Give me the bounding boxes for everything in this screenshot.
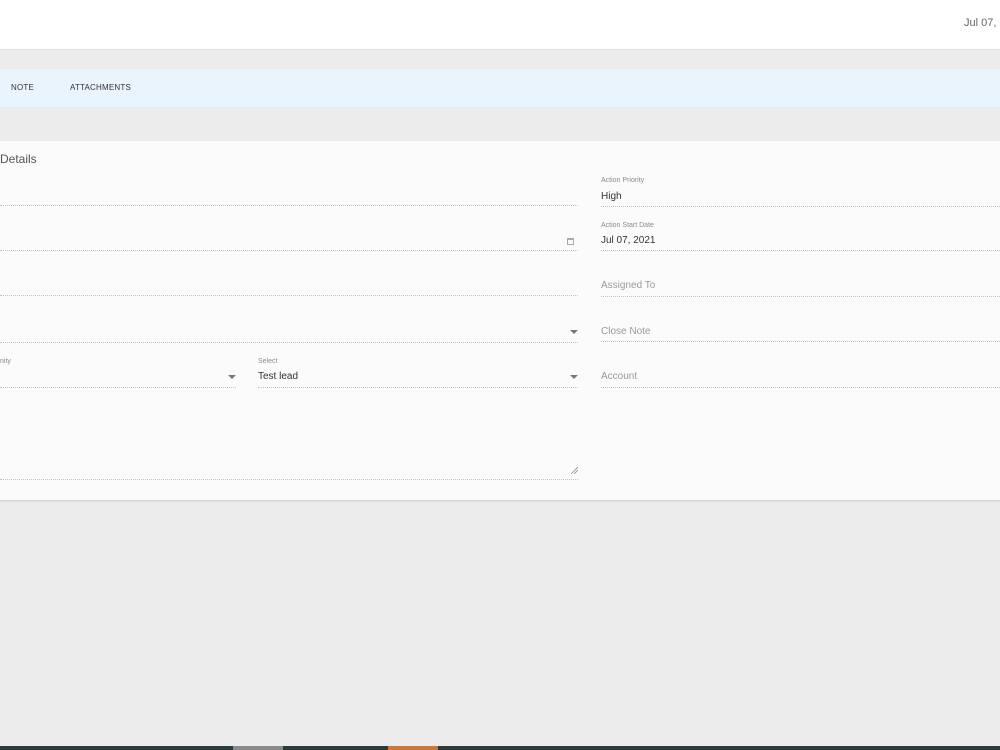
opportunity-label: nity bbox=[0, 358, 11, 365]
top-header: Jul 07, bbox=[0, 0, 1000, 50]
left-field-2-underline[interactable] bbox=[0, 250, 578, 251]
action-priority-label: Action Priority bbox=[601, 177, 645, 184]
select-underline[interactable] bbox=[258, 387, 578, 388]
action-start-date-label: Action Start Date bbox=[601, 222, 654, 229]
account-field[interactable]: Account bbox=[601, 371, 637, 382]
select-value[interactable]: Test lead bbox=[258, 371, 298, 382]
left-field-1-underline[interactable] bbox=[0, 205, 578, 206]
chevron-down-icon[interactable] bbox=[570, 375, 578, 379]
left-field-3-underline[interactable] bbox=[0, 295, 578, 296]
taskbar-item-active[interactable] bbox=[388, 746, 438, 750]
resize-handle-icon[interactable] bbox=[570, 466, 578, 474]
tab-attachments[interactable]: ATTACHMENTS bbox=[70, 83, 131, 92]
opportunity-select-underline[interactable] bbox=[0, 387, 236, 388]
close-note-field[interactable]: Close Note bbox=[601, 326, 650, 337]
chevron-down-icon[interactable] bbox=[228, 375, 236, 379]
details-card: Details nity Select Test lead Action Pri… bbox=[0, 141, 1000, 500]
header-date: Jul 07, bbox=[964, 17, 997, 29]
select-label: Select bbox=[258, 358, 278, 365]
calendar-icon[interactable] bbox=[567, 238, 574, 245]
left-field-4-underline[interactable] bbox=[0, 342, 578, 343]
assigned-to-underline[interactable] bbox=[601, 296, 1000, 297]
action-start-date-value[interactable]: Jul 07, 2021 bbox=[601, 235, 656, 246]
action-priority-value[interactable]: High bbox=[601, 191, 622, 202]
close-note-underline[interactable] bbox=[601, 341, 1000, 342]
account-underline[interactable] bbox=[601, 387, 1000, 388]
card-title: Details bbox=[0, 152, 37, 166]
chevron-down-icon[interactable] bbox=[570, 330, 578, 334]
notes-textarea-underline[interactable] bbox=[0, 479, 578, 480]
action-start-date-underline[interactable] bbox=[601, 250, 1000, 251]
action-priority-underline[interactable] bbox=[601, 206, 1000, 207]
taskbar-strip bbox=[0, 746, 1000, 750]
taskbar-item[interactable] bbox=[233, 746, 283, 750]
assigned-to-field[interactable]: Assigned To bbox=[601, 280, 655, 291]
tab-note[interactable]: NOTE bbox=[11, 83, 34, 92]
tab-bar: NOTE ATTACHMENTS bbox=[0, 69, 1000, 107]
